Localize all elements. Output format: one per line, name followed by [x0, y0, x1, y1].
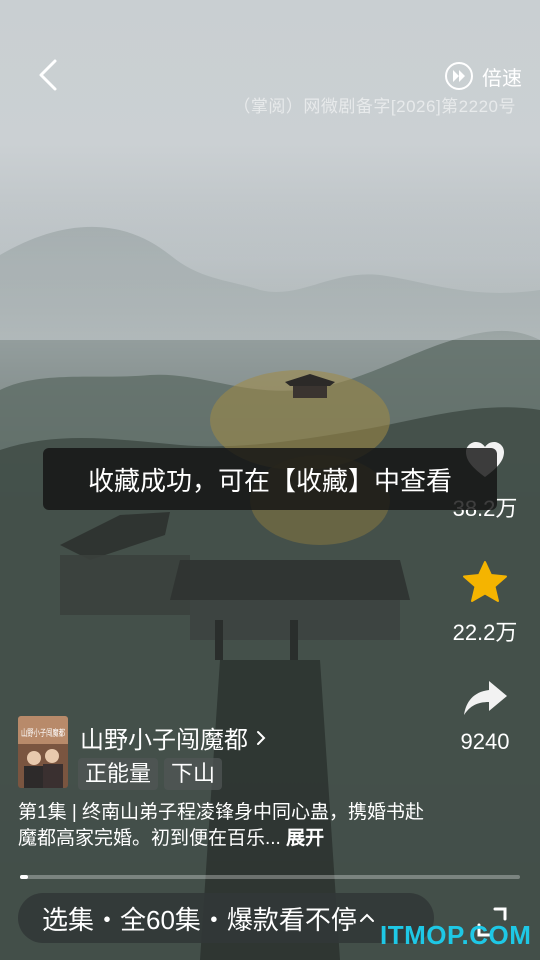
favorite-count: 22.2万 [452, 620, 518, 645]
share-arrow-icon [464, 681, 507, 715]
episode-selector-label: 选集・全60集・爆款看不停 [42, 904, 357, 935]
drama-title: 山野小子闯魔都 [80, 727, 248, 754]
chevron-right-icon [257, 730, 266, 745]
episode-selector[interactable]: 选集・全60集・爆款看不停 [18, 893, 434, 943]
tag-list: 正能量 下山 [78, 758, 223, 790]
progress-fill [20, 875, 28, 879]
tag-positive-energy[interactable]: 正能量 [78, 758, 159, 790]
drama-cover[interactable]: 山野小子闯魔都 [18, 716, 68, 788]
speed-label: 倍速 [482, 67, 522, 90]
chevron-up-icon [359, 913, 374, 922]
playback-speed-button[interactable]: 倍速 [444, 58, 522, 94]
drama-info: 山野小子闯魔都 山野小子闯魔都 正能量 下山 [18, 716, 438, 792]
top-bar: 倍速 （掌阅）网微剧备字[2026]第2220号 [0, 0, 540, 120]
tag-down-mountain[interactable]: 下山 [164, 758, 223, 790]
fast-forward-icon [445, 62, 473, 90]
episode-description[interactable]: 第1集 | 终南山弟子程凌锋身中同心蛊，携婚书赴魔都高家完婚。初到便在百乐...… [18, 800, 438, 852]
cover-title-text: 山野小子闯魔都 [21, 727, 65, 739]
share-count: 9240 [460, 729, 510, 754]
star-icon [463, 561, 507, 602]
site-watermark: ITMOP.COM [380, 920, 532, 950]
back-button[interactable] [28, 55, 68, 95]
drama-title-link[interactable]: 山野小子闯魔都 [80, 720, 268, 755]
description-text: 第1集 | 终南山弟子程凌锋身中同心蛊，携婚书赴魔都高家完婚。初到便在百乐... [18, 802, 425, 849]
favorite-button[interactable]: 22.2万 [430, 560, 540, 647]
license-text: （掌阅）网微剧备字[2026]第2220号 [233, 97, 516, 116]
toast-message: 收藏成功，可在【收藏】中查看 [43, 448, 497, 510]
back-arrow-icon [39, 59, 57, 91]
progress-bar[interactable] [20, 875, 520, 879]
share-button[interactable]: 9240 [430, 678, 540, 755]
cover-image: 山野小子闯魔都 [18, 716, 68, 788]
expand-link[interactable]: 展开 [286, 828, 324, 849]
